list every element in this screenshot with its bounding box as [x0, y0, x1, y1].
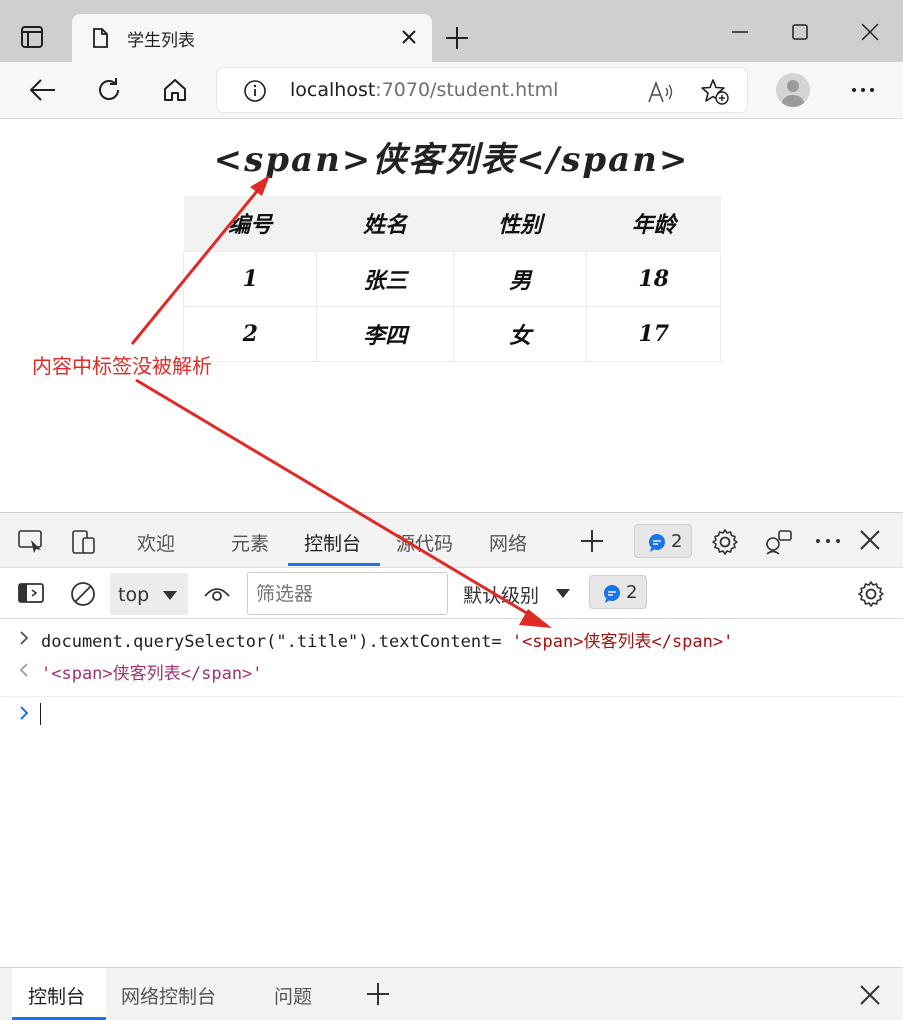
drawer-tab-issues[interactable]: 问题 [274, 982, 312, 1009]
header-id: 编号 [183, 196, 317, 251]
clear-console-icon[interactable] [69, 580, 97, 608]
close-devtools-icon[interactable] [858, 528, 882, 552]
caret-down-icon [163, 591, 177, 600]
cell-gender: 女 [452, 305, 588, 362]
chevron-left-icon [19, 663, 28, 677]
chevron-right-icon [20, 706, 29, 720]
browser-toolbar: localhost:7070/student.html [0, 62, 903, 119]
console-settings-gear-icon[interactable] [857, 580, 885, 608]
sidebar-toggle-icon[interactable] [17, 581, 45, 605]
page-content: <span>侠客列表</span> 编号 姓名 性别 年龄 1 张三 男 18 … [0, 120, 903, 512]
add-drawer-tab-icon[interactable] [366, 982, 390, 1006]
avatar-icon [782, 80, 804, 107]
devtools-panel: 欢迎 元素 控制台 源代码 网络 2 top 筛选器 默认级别 2 docume… [0, 512, 903, 1020]
window-close-button[interactable] [850, 14, 890, 50]
more-tools-icon[interactable] [814, 533, 842, 549]
close-tab-icon[interactable] [400, 28, 418, 46]
page-title: <span>侠客列表</span> [213, 140, 690, 180]
chevron-right-icon [20, 631, 29, 645]
student-table: 编号 姓名 性别 年龄 1 张三 男 18 2 李四 女 17 [182, 196, 721, 362]
add-tool-icon[interactable] [579, 528, 605, 554]
devtools-tab-bar: 欢迎 元素 控制台 源代码 网络 2 [0, 513, 903, 568]
header-gender: 性别 [453, 196, 587, 251]
more-options-icon[interactable] [850, 80, 876, 100]
url-path: :7070/student.html [375, 79, 559, 101]
issues-count: 2 [671, 531, 683, 552]
table-header-row: 编号 姓名 性别 年龄 [183, 196, 721, 251]
site-info-icon[interactable] [243, 79, 267, 103]
eye-icon[interactable] [203, 582, 231, 606]
console-issues-badge[interactable]: 2 [589, 575, 647, 609]
table-row: 1 张三 男 18 [182, 250, 721, 307]
console-output[interactable]: document.querySelector(".title").textCon… [0, 619, 903, 967]
console-input-string: '<span>侠客列表</span>' [511, 632, 734, 652]
console-input-line: document.querySelector(".title").textCon… [0, 627, 903, 657]
caret-down-icon[interactable] [555, 587, 571, 599]
minimize-icon [732, 31, 748, 33]
cell-id: 1 [182, 250, 318, 307]
context-selector[interactable]: top [110, 573, 188, 615]
cell-gender: 男 [452, 250, 588, 307]
message-bubble-icon [649, 534, 665, 552]
message-bubble-icon [604, 585, 620, 603]
read-aloud-icon[interactable] [647, 80, 675, 104]
settings-gear-icon[interactable] [711, 528, 739, 556]
filter-input[interactable] [247, 572, 448, 615]
url-text[interactable]: localhost:7070/student.html [290, 79, 558, 101]
back-arrow-icon[interactable] [28, 76, 58, 104]
console-input-code: document.querySelector(".title").textCon… [41, 632, 512, 652]
log-levels-dropdown[interactable]: 默认级别 [463, 581, 539, 608]
address-bar[interactable]: localhost:7070/student.html [217, 68, 747, 112]
browser-tab[interactable]: 学生列表 [72, 14, 432, 62]
console-result-line: '<span>侠客列表</span>' [0, 659, 903, 697]
active-tab-indicator [288, 563, 380, 566]
tab-network[interactable]: 网络 [489, 529, 527, 556]
profile-avatar[interactable] [776, 73, 810, 107]
device-emulation-icon[interactable] [69, 528, 97, 556]
new-tab-icon[interactable] [444, 25, 470, 51]
cell-age: 18 [586, 250, 721, 307]
refresh-icon[interactable] [95, 76, 123, 104]
maximize-icon [792, 24, 808, 40]
header-age: 年龄 [586, 196, 721, 251]
text-cursor [40, 703, 41, 725]
tab-strip: 学生列表 [0, 0, 903, 62]
close-drawer-icon[interactable] [859, 984, 881, 1006]
tab-welcome[interactable]: 欢迎 [137, 529, 175, 556]
tab-actions-button[interactable] [17, 22, 47, 52]
customize-icon[interactable] [764, 528, 794, 556]
header-name: 姓名 [316, 196, 454, 251]
drawer-tab-console[interactable]: 控制台 [28, 982, 85, 1009]
close-icon [861, 23, 879, 41]
cell-age: 17 [586, 305, 721, 362]
tab-sources[interactable]: 源代码 [396, 529, 453, 556]
home-icon[interactable] [161, 76, 189, 104]
add-favorite-icon[interactable] [700, 78, 730, 106]
tab-console[interactable]: 控制台 [304, 529, 361, 556]
console-toolbar: top 默认级别 2 [0, 569, 903, 619]
tab-actions-icon [21, 26, 43, 48]
cell-name: 李四 [316, 305, 454, 362]
console-result-value: '<span>侠客列表</span>' [41, 664, 263, 684]
minimize-button[interactable] [720, 14, 760, 50]
drawer-tab-bar: 控制台 网络控制台 问题 [0, 967, 903, 1020]
tab-elements[interactable]: 元素 [231, 529, 269, 556]
maximize-button[interactable] [780, 14, 820, 50]
issues-count: 2 [626, 582, 638, 603]
annotation-label: 内容中标签没被解析 [32, 354, 212, 378]
page-icon [93, 28, 108, 48]
console-prompt-line[interactable] [0, 699, 903, 731]
inspect-element-icon[interactable] [17, 528, 45, 554]
issues-badge[interactable]: 2 [634, 524, 692, 558]
url-host: localhost [290, 79, 376, 101]
context-value: top [118, 584, 150, 606]
table-row: 2 李四 女 17 [182, 305, 721, 362]
cell-name: 张三 [316, 250, 454, 307]
drawer-tab-network-console[interactable]: 网络控制台 [121, 982, 216, 1009]
tab-title: 学生列表 [127, 31, 195, 51]
